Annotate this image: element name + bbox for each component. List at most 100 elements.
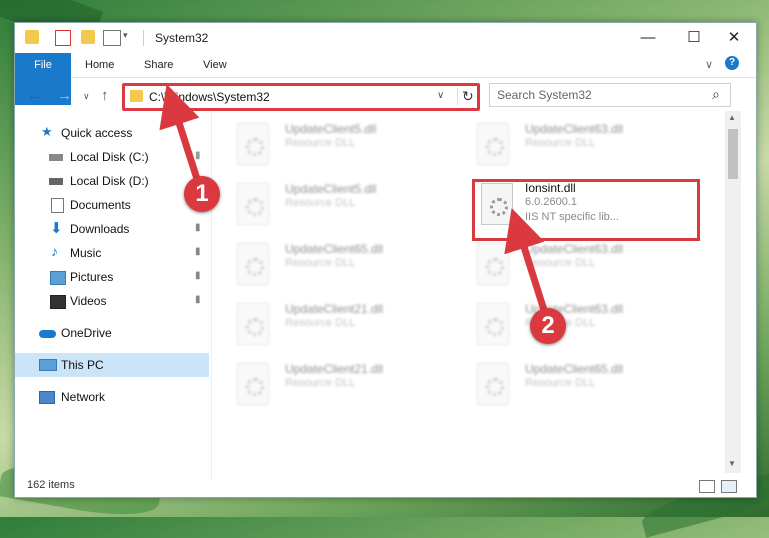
close-button[interactable]: ✕ (711, 23, 757, 53)
scrollbar-thumb[interactable] (728, 129, 738, 179)
sidebar-item-videos[interactable]: Videos ▮ (15, 289, 209, 313)
navigation-pane: ★ Quick access Local Disk (C:) ▮ Local D… (15, 115, 209, 467)
search-icon[interactable]: ⌕ (712, 86, 720, 103)
step-badge-1: 1 (184, 176, 220, 212)
file-item[interactable]: UpdateClient21.dll Resource DLL (223, 357, 453, 409)
ribbon-collapse-button[interactable]: ∨ (705, 53, 713, 77)
separator (143, 30, 144, 46)
sidebar-item-label: Music (70, 246, 102, 260)
vertical-scrollbar[interactable]: ▲ ▼ (725, 111, 741, 473)
pin-icon[interactable]: ▮ (195, 150, 201, 161)
dll-file-icon (237, 243, 269, 285)
file-description: Resource DLL (285, 317, 356, 329)
file-highlight-box (472, 179, 700, 241)
file-description: Resource DLL (285, 137, 356, 149)
file-name: UpdateClient65.dll (285, 242, 384, 256)
sidebar-item-label: Local Disk (D:) (70, 174, 149, 188)
dll-file-icon (237, 363, 269, 405)
details-view-icon[interactable] (699, 480, 715, 493)
refresh-button[interactable]: ↻ (457, 88, 474, 105)
sidebar-item-music[interactable]: ♪ Music ▮ (15, 241, 209, 265)
drive-icon (49, 154, 63, 161)
sidebar-item-downloads[interactable]: ⬇ Downloads ▮ (15, 217, 209, 241)
tab-home[interactable]: Home (85, 53, 114, 77)
dll-file-icon (237, 123, 269, 165)
file-item[interactable]: UpdateClient5.dll Resource DLL (223, 117, 453, 169)
up-button[interactable]: ↑ (101, 87, 109, 104)
help-button[interactable]: ? (725, 56, 739, 70)
sidebar-item-label: OneDrive (61, 326, 112, 340)
chevron-down-icon[interactable]: ▾ (123, 30, 137, 44)
pane-divider (211, 111, 212, 481)
dll-file-icon (477, 363, 509, 405)
explorer-window: ▾ System32 — ☐ ✕ File Home Share View ∨ … (14, 22, 757, 498)
address-dropdown-button[interactable]: ∨ (437, 90, 444, 101)
sidebar-item-onedrive[interactable]: OneDrive (15, 321, 209, 345)
file-name: UpdateClient5.dll (285, 122, 377, 136)
file-item[interactable]: UpdateClient65.dll Resource DLL (223, 237, 453, 289)
file-item[interactable]: UpdateClient63.dll Resource DLL (463, 237, 693, 289)
customize-toolbar-icon[interactable] (103, 30, 121, 46)
dll-file-icon (237, 303, 269, 345)
step-badge-2: 2 (530, 308, 566, 344)
scroll-down-arrow[interactable]: ▼ (728, 459, 736, 468)
file-description: Resource DLL (285, 257, 356, 269)
pin-icon[interactable]: ▮ (195, 294, 201, 305)
pin-icon[interactable]: ▮ (195, 246, 201, 257)
file-description: Resource DLL (285, 197, 356, 209)
pin-icon[interactable]: ▮ (195, 222, 201, 233)
file-name: UpdateClient65.dll (525, 362, 624, 376)
file-item[interactable]: UpdateClient5.dll Resource DLL (223, 177, 453, 229)
folder-icon (130, 90, 143, 102)
tab-view[interactable]: View (203, 53, 227, 77)
scroll-up-arrow[interactable]: ▲ (728, 113, 736, 122)
star-icon: ★ (41, 124, 53, 139)
folder-icon (25, 30, 39, 44)
large-icons-view-icon[interactable] (721, 480, 737, 493)
minimize-button[interactable]: — (625, 23, 671, 53)
sidebar-item-local-disk-c[interactable]: Local Disk (C:) ▮ (15, 145, 209, 169)
sidebar-item-quick-access[interactable]: ★ Quick access (15, 121, 209, 145)
documents-icon (51, 198, 64, 213)
tab-share[interactable]: Share (144, 53, 173, 77)
ribbon: File Home Share View ∨ ? (15, 53, 756, 105)
recent-locations-button[interactable]: ∨ (83, 91, 90, 102)
sidebar-item-label: Quick access (61, 126, 133, 140)
videos-icon (50, 295, 66, 309)
pin-icon[interactable]: ▮ (195, 270, 201, 281)
sidebar-item-documents[interactable]: Documents ▮ (15, 193, 209, 217)
navigation-bar: ← → ∨ ↑ C:\Windows\System32 ∨ ↻ Search S… (15, 79, 756, 111)
file-description: Resource DLL (525, 257, 596, 269)
dll-file-icon (477, 303, 509, 345)
sidebar-item-pictures[interactable]: Pictures ▮ (15, 265, 209, 289)
search-box[interactable]: Search System32 ⌕ (489, 83, 731, 107)
sidebar-item-label: Videos (70, 294, 107, 308)
address-bar[interactable]: C:\Windows\System32 ∨ ↻ (122, 83, 480, 111)
back-button[interactable]: ← (27, 87, 42, 104)
sidebar-item-label: This PC (61, 358, 104, 372)
cloud-icon (39, 330, 56, 338)
file-item[interactable]: UpdateClient21.dll Resource DLL (223, 297, 453, 349)
file-item[interactable]: UpdateClient63.dll Resource DLL (463, 297, 693, 349)
sidebar-item-local-disk-d[interactable]: Local Disk (D:) (15, 169, 209, 193)
computer-icon (39, 359, 57, 371)
sidebar-item-this-pc[interactable]: This PC (15, 353, 209, 377)
file-name: UpdateClient5.dll (285, 182, 377, 196)
file-item[interactable]: UpdateClient63.dll Resource DLL (463, 117, 693, 169)
network-icon (39, 391, 55, 404)
address-path[interactable]: C:\Windows\System32 (149, 90, 270, 104)
dll-file-icon (477, 243, 509, 285)
file-item[interactable]: UpdateClient65.dll Resource DLL (463, 357, 693, 409)
file-name: UpdateClient63.dll (525, 242, 624, 256)
new-folder-icon[interactable] (81, 30, 95, 44)
sidebar-item-label: Local Disk (C:) (70, 150, 149, 164)
file-name: UpdateClient63.dll (525, 122, 624, 136)
properties-icon[interactable] (55, 30, 71, 46)
forward-button[interactable]: → (57, 87, 72, 104)
sidebar-item-network[interactable]: Network (15, 385, 209, 409)
search-input[interactable]: Search System32 (497, 88, 592, 102)
file-description: Resource DLL (525, 377, 596, 389)
sidebar-item-label: Network (61, 390, 106, 404)
sidebar-item-label: Downloads (70, 222, 130, 236)
file-description: Resource DLL (285, 377, 356, 389)
